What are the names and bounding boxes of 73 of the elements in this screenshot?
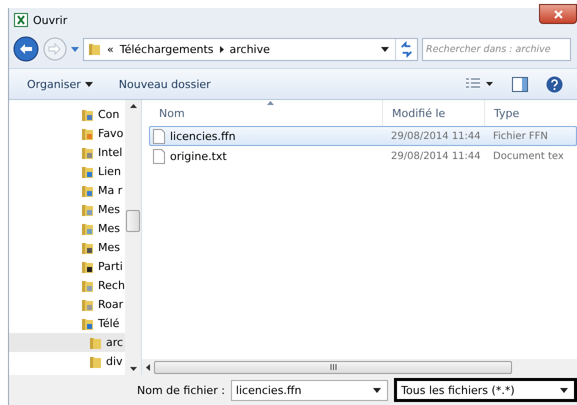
filename-label: Nom de fichier : xyxy=(137,384,225,396)
scroll-left-icon[interactable] xyxy=(146,364,150,370)
search-field[interactable]: Rechercher dans : archive xyxy=(422,38,571,60)
folder-icon xyxy=(81,146,94,160)
caret-icon xyxy=(381,46,389,52)
file-row[interactable]: licencies.ffn 29/08/2014 11:44 Fichier FFN xyxy=(149,126,577,146)
folder-icon xyxy=(89,336,102,350)
filename-field[interactable]: licencies.ffn xyxy=(230,380,388,400)
tree-item[interactable]: Mes xyxy=(9,219,123,238)
path-segment[interactable]: archive xyxy=(230,42,270,56)
tree-item[interactable]: Télé xyxy=(9,314,123,333)
spreadsheet-icon xyxy=(14,13,28,27)
folder-icon xyxy=(81,108,94,122)
preview-pane-icon[interactable] xyxy=(512,76,528,92)
folder-icon xyxy=(81,278,94,292)
scrollbar-thumb[interactable] xyxy=(154,360,512,374)
tree-item[interactable]: Parti xyxy=(9,257,123,276)
folder-icon xyxy=(89,354,102,368)
sort-arrow-icon xyxy=(267,101,274,105)
caret-icon[interactable] xyxy=(71,46,79,52)
folder-icon xyxy=(81,202,94,216)
chevron-icon xyxy=(220,46,224,52)
column-header[interactable]: Nom xyxy=(150,100,382,126)
file-name: licencies.ffn xyxy=(170,130,236,142)
close-icon xyxy=(554,10,562,18)
file-name: origine.txt xyxy=(170,150,227,162)
folder-icon xyxy=(81,298,94,312)
scroll-down-icon[interactable] xyxy=(130,367,136,371)
view-options-icon[interactable] xyxy=(466,78,494,90)
file-icon xyxy=(153,128,165,144)
folder-icon xyxy=(81,184,94,198)
folder-icon xyxy=(88,42,101,56)
tree-item[interactable]: arc xyxy=(9,333,125,352)
file-icon xyxy=(153,148,165,164)
tree-item[interactable]: Rech xyxy=(9,276,123,295)
horizontal-scrollbar[interactable] xyxy=(142,359,577,375)
vertical-scrollbar[interactable] xyxy=(125,100,141,375)
modified-date: 29/08/2014 11:44 xyxy=(390,150,482,162)
tree-item[interactable]: Mes xyxy=(9,200,123,219)
folder-icon xyxy=(81,126,94,140)
tree-item[interactable]: Lien xyxy=(9,162,123,181)
help-icon[interactable] xyxy=(546,76,563,92)
file-row[interactable]: origine.txt 29/08/2014 11:44 Document tex xyxy=(149,146,577,166)
folder-icon xyxy=(81,260,94,274)
scroll-up-icon[interactable] xyxy=(130,104,136,108)
tree-item[interactable]: Favo xyxy=(9,124,123,143)
path-segment[interactable]: Téléchargements xyxy=(120,42,214,56)
folder-icon xyxy=(81,222,94,236)
caret-icon xyxy=(84,82,93,86)
tree-item[interactable]: Con xyxy=(9,105,123,124)
modified-date: 29/08/2014 11:44 xyxy=(390,130,482,142)
tree-item[interactable]: div xyxy=(9,352,125,371)
close-button[interactable] xyxy=(539,4,577,24)
grip-icon xyxy=(330,364,336,370)
scrollbar-thumb[interactable] xyxy=(126,210,140,232)
tree-item[interactable]: Ma r xyxy=(9,181,123,200)
toolbar-button[interactable]: Organiser xyxy=(23,76,97,92)
toolbar-button[interactable]: Nouveau dossier xyxy=(114,76,215,92)
folder-icon xyxy=(81,316,94,330)
folder-icon xyxy=(81,164,94,178)
file-type: Document tex xyxy=(492,150,565,162)
caret-icon xyxy=(560,388,568,392)
caret-icon xyxy=(373,388,382,392)
folder-icon xyxy=(81,240,94,254)
tree-item[interactable]: Mes xyxy=(9,238,123,257)
tree-item[interactable]: Intel xyxy=(9,143,123,162)
file-type: Fichier FFN xyxy=(492,130,549,142)
overflow-marker[interactable]: « xyxy=(107,42,114,56)
window-title: Ouvrir xyxy=(33,14,68,26)
back-button[interactable] xyxy=(13,36,39,62)
tree-item[interactable]: Roar xyxy=(9,295,123,314)
filetype-dropdown[interactable]: Tous les fichiers (*.*) xyxy=(394,378,577,402)
address-bar[interactable]: « Téléchargements archive xyxy=(83,38,418,60)
